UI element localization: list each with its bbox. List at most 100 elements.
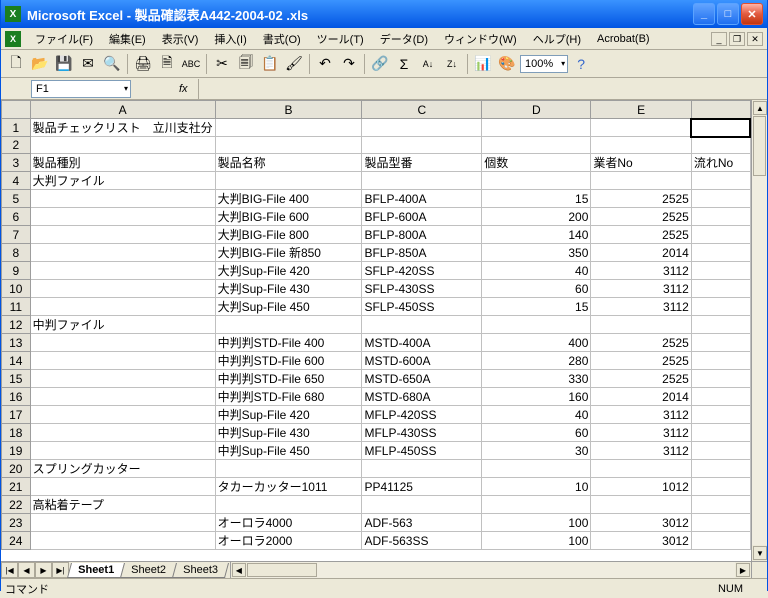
col-header-b[interactable]: B: [215, 101, 362, 119]
row-header[interactable]: 13: [2, 334, 31, 352]
tab-first-icon[interactable]: |◀: [1, 562, 18, 578]
autosum-icon[interactable]: Σ: [393, 53, 415, 75]
horizontal-scrollbar[interactable]: ◀ ▶: [230, 562, 767, 578]
cell[interactable]: 大判Sup-File 450: [215, 298, 362, 316]
cell[interactable]: BFLP-400A: [362, 190, 482, 208]
zoom-select[interactable]: 100%: [520, 55, 568, 73]
row-header[interactable]: 4: [2, 172, 31, 190]
vertical-scrollbar[interactable]: ▲ ▼: [751, 100, 767, 561]
select-all-corner[interactable]: [2, 101, 31, 119]
row-header[interactable]: 22: [2, 496, 31, 514]
maximize-button[interactable]: □: [717, 3, 739, 25]
cell[interactable]: 高粘着テープ: [30, 496, 215, 514]
cell[interactable]: [691, 496, 750, 514]
scroll-up-icon[interactable]: ▲: [753, 101, 767, 115]
tab-sheet1[interactable]: Sheet1: [67, 563, 125, 578]
cell[interactable]: BFLP-800A: [362, 226, 482, 244]
cell[interactable]: [691, 442, 750, 460]
cell[interactable]: [691, 262, 750, 280]
cell[interactable]: [215, 496, 362, 514]
col-header-e[interactable]: E: [591, 101, 691, 119]
cell[interactable]: [691, 137, 750, 154]
cell[interactable]: [691, 370, 750, 388]
cell[interactable]: 3112: [591, 262, 691, 280]
cell[interactable]: [591, 496, 691, 514]
cell[interactable]: 中判Sup-File 430: [215, 424, 362, 442]
menu-window[interactable]: ウィンドウ(W): [436, 29, 525, 49]
cell[interactable]: 60: [482, 280, 591, 298]
copy-icon[interactable]: 🗐: [235, 53, 257, 75]
menu-format[interactable]: 書式(O): [255, 29, 309, 49]
tab-sheet3[interactable]: Sheet3: [172, 563, 229, 578]
tab-prev-icon[interactable]: ◀: [18, 562, 35, 578]
cell[interactable]: スプリングカッター: [30, 460, 215, 478]
cell[interactable]: [30, 352, 215, 370]
cell[interactable]: [362, 496, 482, 514]
cell[interactable]: 中判判STD-File 680: [215, 388, 362, 406]
chart-icon[interactable]: 📊: [472, 53, 494, 75]
cell[interactable]: オーロラ4000: [215, 514, 362, 532]
cell[interactable]: [591, 316, 691, 334]
spreadsheet-grid[interactable]: A B C D E 1製品チェックリスト 立川支社分23製品種別製品名称製品型番…: [1, 100, 751, 550]
cell[interactable]: 2525: [591, 208, 691, 226]
cell[interactable]: [691, 226, 750, 244]
scroll-right-icon[interactable]: ▶: [736, 563, 750, 577]
row-header[interactable]: 24: [2, 532, 31, 550]
menu-view[interactable]: 表示(V): [154, 29, 207, 49]
cell[interactable]: 大判Sup-File 420: [215, 262, 362, 280]
menu-insert[interactable]: 挿入(I): [206, 29, 254, 49]
cell[interactable]: 3112: [591, 298, 691, 316]
search-icon[interactable]: 🔍: [101, 53, 123, 75]
row-header[interactable]: 5: [2, 190, 31, 208]
cell[interactable]: [691, 280, 750, 298]
cell[interactable]: [215, 172, 362, 190]
row-header[interactable]: 7: [2, 226, 31, 244]
row-header[interactable]: 9: [2, 262, 31, 280]
cell[interactable]: 100: [482, 532, 591, 550]
cell[interactable]: [591, 137, 691, 154]
cell[interactable]: 製品名称: [215, 154, 362, 172]
mail-icon[interactable]: ✉: [77, 53, 99, 75]
cell[interactable]: 大判BIG-File 800: [215, 226, 362, 244]
cell[interactable]: 2525: [591, 334, 691, 352]
cell[interactable]: [591, 460, 691, 478]
row-header[interactable]: 23: [2, 514, 31, 532]
cell[interactable]: [691, 244, 750, 262]
cell[interactable]: 個数: [482, 154, 591, 172]
cell[interactable]: 10: [482, 478, 591, 496]
tab-sheet2[interactable]: Sheet2: [120, 563, 177, 578]
cell[interactable]: [362, 172, 482, 190]
cell[interactable]: 100: [482, 514, 591, 532]
cell[interactable]: 280: [482, 352, 591, 370]
row-header[interactable]: 6: [2, 208, 31, 226]
row-header[interactable]: 3: [2, 154, 31, 172]
sort-desc-icon[interactable]: Z↓: [441, 53, 463, 75]
cell[interactable]: [30, 442, 215, 460]
cell[interactable]: 2525: [591, 370, 691, 388]
row-header[interactable]: 8: [2, 244, 31, 262]
cell[interactable]: 1012: [591, 478, 691, 496]
cell[interactable]: [691, 172, 750, 190]
cell[interactable]: [362, 137, 482, 154]
cell[interactable]: [691, 478, 750, 496]
cell[interactable]: [30, 514, 215, 532]
cell[interactable]: SFLP-420SS: [362, 262, 482, 280]
cell[interactable]: BFLP-600A: [362, 208, 482, 226]
cell[interactable]: 330: [482, 370, 591, 388]
row-header[interactable]: 10: [2, 280, 31, 298]
row-header[interactable]: 2: [2, 137, 31, 154]
drawing-icon[interactable]: 🎨: [496, 53, 518, 75]
cell[interactable]: 大判ファイル: [30, 172, 215, 190]
cut-icon[interactable]: ✂: [211, 53, 233, 75]
cell[interactable]: 40: [482, 406, 591, 424]
new-icon[interactable]: 🗋: [5, 53, 27, 75]
cell[interactable]: 2014: [591, 244, 691, 262]
cell[interactable]: 15: [482, 298, 591, 316]
row-header[interactable]: 15: [2, 370, 31, 388]
col-header-a[interactable]: A: [30, 101, 215, 119]
cell[interactable]: 製品チェックリスト 立川支社分: [30, 119, 215, 137]
row-header[interactable]: 19: [2, 442, 31, 460]
cell[interactable]: [30, 334, 215, 352]
cell[interactable]: 15: [482, 190, 591, 208]
cell[interactable]: [30, 424, 215, 442]
